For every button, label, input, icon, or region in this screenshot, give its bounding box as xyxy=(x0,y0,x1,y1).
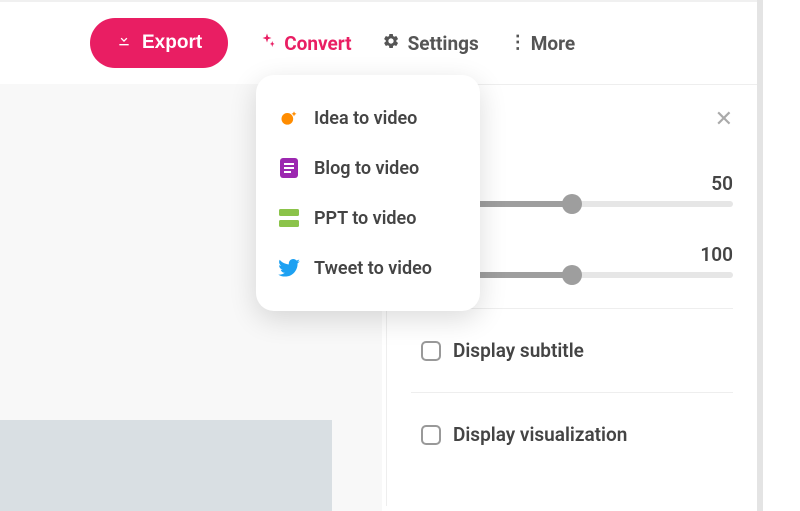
dropdown-item-label: Blog to video xyxy=(314,158,419,179)
display-visualization-label: Display visualization xyxy=(453,423,627,446)
export-label: Export xyxy=(142,32,202,54)
lightbulb-icon xyxy=(278,107,300,129)
toolbar: Export Convert Settings ⋮ More xyxy=(0,0,800,86)
dropdown-item-label: Tweet to video xyxy=(314,258,432,279)
slider-thumb[interactable] xyxy=(562,194,582,214)
close-icon[interactable]: ✕ xyxy=(715,107,733,132)
download-icon xyxy=(116,32,132,54)
convert-button[interactable]: Convert xyxy=(258,32,351,55)
twitter-icon xyxy=(278,257,300,279)
dots-vertical-icon: ⋮ xyxy=(509,39,523,46)
doc-icon xyxy=(278,157,300,179)
checkbox-icon xyxy=(421,341,441,361)
convert-dropdown: Idea to video Blog to video PPT to video… xyxy=(256,75,480,311)
slides-icon xyxy=(278,207,300,229)
tweet-to-video-item[interactable]: Tweet to video xyxy=(256,243,480,293)
top-border xyxy=(0,0,757,2)
slider-thumb[interactable] xyxy=(562,265,582,285)
idea-to-video-item[interactable]: Idea to video xyxy=(256,93,480,143)
export-button[interactable]: Export xyxy=(90,18,228,68)
display-subtitle-label: Display subtitle xyxy=(453,339,584,362)
more-button[interactable]: ⋮ More xyxy=(509,32,575,55)
display-visualization-toggle[interactable]: Display visualization xyxy=(411,392,733,476)
dropdown-item-label: Idea to video xyxy=(314,108,417,129)
blog-to-video-item[interactable]: Blog to video xyxy=(256,143,480,193)
settings-label: Settings xyxy=(408,32,479,55)
sparkle-icon xyxy=(258,32,276,55)
volume-value: 50 xyxy=(711,172,733,195)
speed-value: 100 xyxy=(700,243,733,266)
ppt-to-video-item[interactable]: PPT to video xyxy=(256,193,480,243)
checkbox-icon xyxy=(421,425,441,445)
more-label: More xyxy=(531,32,575,55)
display-subtitle-toggle[interactable]: Display subtitle xyxy=(411,308,733,392)
right-strip xyxy=(757,0,800,511)
settings-button[interactable]: Settings xyxy=(382,32,479,55)
convert-label: Convert xyxy=(284,32,351,55)
gear-icon xyxy=(382,32,400,55)
canvas-tile[interactable] xyxy=(0,420,332,511)
dropdown-item-label: PPT to video xyxy=(314,208,416,229)
